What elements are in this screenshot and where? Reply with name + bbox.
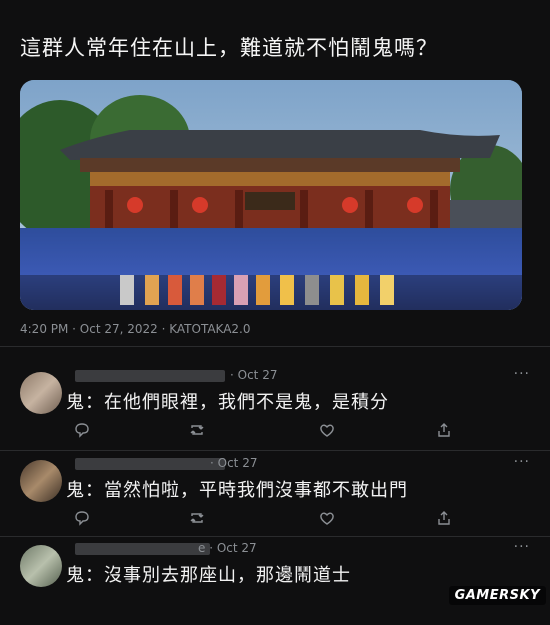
retweet-icon[interactable]: [187, 510, 207, 530]
reply-bubble-icon[interactable]: [72, 422, 92, 442]
post-text: 這群人常年住在山上，難道就不怕鬧鬼嗎？: [20, 36, 438, 60]
reply-actions: [72, 510, 462, 530]
share-icon[interactable]: [434, 510, 454, 530]
reply-date: · Oct 27: [210, 456, 258, 470]
handle-blurred[interactable]: [75, 458, 225, 470]
divider: [0, 346, 550, 347]
reply-item[interactable]: · Oct 27 ··· 鬼：在他們眼裡，我們不是鬼，是積分: [0, 364, 550, 452]
avatar[interactable]: [20, 460, 62, 502]
post-meta: 4:20 PM · Oct 27, 2022 · KATOTAKA2.0: [20, 322, 251, 336]
reply-text: 鬼：沒事別去那座山，那邊鬧道士: [66, 565, 351, 586]
divider: [0, 450, 550, 451]
reply-text: 鬼：在他們眼裡，我們不是鬼，是積分: [66, 392, 389, 413]
reply-text: 鬼：當然怕啦，平時我們沒事都不敢出門: [66, 480, 408, 501]
reply-bubble-icon[interactable]: [72, 510, 92, 530]
avatar[interactable]: [20, 545, 62, 587]
reply-date: e · Oct 27: [198, 541, 257, 555]
retweet-icon[interactable]: [187, 422, 207, 442]
reply-item[interactable]: · Oct 27 ··· 鬼：當然怕啦，平時我們沒事都不敢出門: [0, 452, 550, 540]
reply-actions: [72, 422, 462, 442]
reply-date: · Oct 27: [230, 368, 278, 382]
avatar[interactable]: [20, 372, 62, 414]
reply-item[interactable]: e · Oct 27 ··· 鬼：沒事別去那座山，那邊鬧道士: [0, 537, 550, 625]
temple-group-photo: [20, 80, 522, 310]
handle-blurred[interactable]: [75, 370, 225, 382]
more-icon[interactable]: ···: [514, 366, 530, 382]
gamersky-watermark-logo: GAMERSKY: [448, 586, 546, 605]
more-icon[interactable]: ···: [514, 539, 530, 555]
more-icon[interactable]: ···: [514, 454, 530, 470]
share-icon[interactable]: [434, 422, 454, 442]
heart-icon[interactable]: [317, 510, 337, 530]
handle-blurred[interactable]: [75, 543, 210, 555]
post-photo[interactable]: [20, 80, 522, 310]
heart-icon[interactable]: [317, 422, 337, 442]
